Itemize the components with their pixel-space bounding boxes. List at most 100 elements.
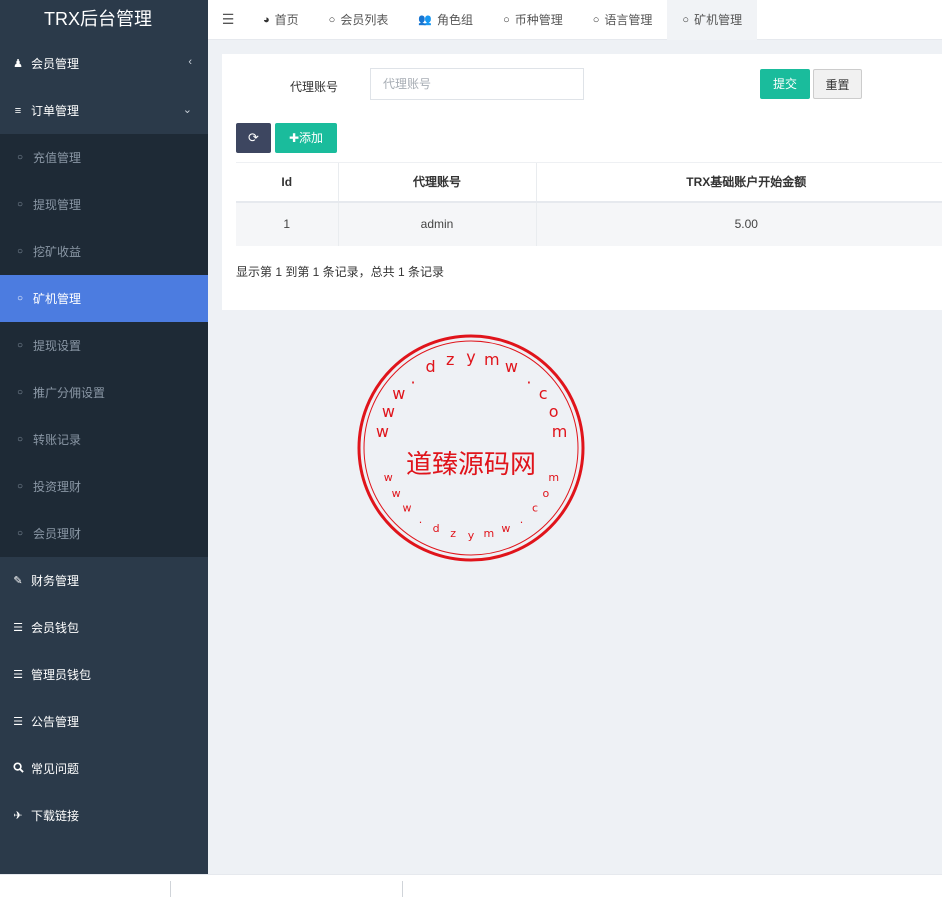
sidebar-item-member-wallet[interactable]: ☰ 会员钱包 bbox=[0, 604, 208, 651]
sidebar-item-investment[interactable]: ○ 投资理财 bbox=[0, 463, 208, 510]
footer-divider bbox=[170, 881, 171, 897]
app-title[interactable]: TRX后台管理 bbox=[0, 0, 208, 40]
table-header-row: Id 代理账号 TRX基础账户开始金额 bbox=[236, 162, 942, 203]
menu-toggle-icon[interactable]: ☰ bbox=[208, 11, 248, 28]
sidebar-item-member-finance[interactable]: ○ 会员理财 bbox=[0, 510, 208, 557]
add-button-label: 添加 bbox=[299, 131, 324, 145]
stamp-letter: w bbox=[403, 501, 412, 514]
stamp-letter: . bbox=[520, 513, 524, 526]
top-nav: ☰ ◕ 首页 ○ 会员列表 👥 角色组 ○ 币种管理 ○ 语言管理 ○ 矿机管理 bbox=[208, 0, 942, 40]
sidebar-item-label: 矿机管理 bbox=[33, 292, 82, 306]
stamp-inner-ring bbox=[363, 340, 579, 556]
tab-label: 角色组 bbox=[437, 13, 474, 27]
tab-miner-management[interactable]: ○ 矿机管理 bbox=[667, 0, 758, 40]
stamp-letter: c bbox=[539, 384, 548, 403]
stamp-top-text: www.d z y m w.com bbox=[376, 348, 568, 441]
watermark-stamp: 道臻源码网 www.d z y m w.com www.d z y m w.com bbox=[357, 334, 585, 562]
tab-currency[interactable]: ○ 币种管理 bbox=[488, 0, 578, 40]
stamp-letter: m bbox=[483, 527, 494, 540]
circle-icon: ○ bbox=[682, 13, 690, 26]
stamp-letter: y bbox=[468, 529, 475, 542]
list-icon: ☰ bbox=[13, 716, 23, 728]
sidebar-item-label: 投资理财 bbox=[33, 480, 82, 494]
sidebar-item-recharge[interactable]: ○ 充值管理 bbox=[0, 134, 208, 181]
sidebar-item-transfer-records[interactable]: ○ 转账记录 bbox=[0, 416, 208, 463]
column-header-trx-amount[interactable]: TRX基础账户开始金额 bbox=[535, 162, 942, 203]
sidebar-item-label: 公告管理 bbox=[31, 715, 80, 729]
tab-label: 矿机管理 bbox=[694, 13, 743, 27]
sidebar-item-label: 推广分佣设置 bbox=[33, 386, 106, 400]
circle-icon: ○ bbox=[592, 13, 600, 26]
sidebar-item-label: 会员理财 bbox=[33, 527, 82, 541]
column-header-id[interactable]: Id bbox=[236, 162, 338, 203]
user-icon: ♟ bbox=[13, 58, 23, 70]
edit-icon: ✎ bbox=[13, 575, 23, 587]
search-icon bbox=[11, 761, 25, 776]
sidebar-item-label: 挖矿收益 bbox=[33, 245, 82, 259]
sidebar-item-downloads[interactable]: ✈ 下载链接 bbox=[0, 792, 208, 839]
chevron-left-icon: ‹ bbox=[188, 56, 192, 68]
stamp-letter: . bbox=[419, 513, 423, 526]
agent-account-input[interactable] bbox=[370, 68, 584, 100]
sidebar-item-announcements[interactable]: ☰ 公告管理 bbox=[0, 698, 208, 745]
sidebar-item-label: 提现设置 bbox=[33, 339, 82, 353]
tab-label: 语言管理 bbox=[604, 13, 653, 27]
stamp-letter: c bbox=[532, 501, 538, 514]
add-button[interactable]: ✚添加 bbox=[275, 123, 337, 153]
table-row[interactable]: 1 admin 5.00 bbox=[236, 201, 942, 246]
stamp-letter: w bbox=[392, 487, 401, 500]
footer-divider bbox=[402, 881, 403, 897]
circle-icon: ○ bbox=[16, 152, 24, 163]
refresh-button[interactable]: ⟳ bbox=[236, 123, 271, 153]
sidebar-item-finance[interactable]: ✎ 财务管理 bbox=[0, 557, 208, 604]
stamp-letter: o bbox=[543, 487, 550, 500]
tab-member-list[interactable]: ○ 会员列表 bbox=[314, 0, 404, 40]
tab-role-group[interactable]: 👥 角色组 bbox=[403, 0, 488, 40]
sidebar-item-faq[interactable]: 常见问题 bbox=[0, 745, 208, 792]
stamp-bottom-text: www.d z y m w.com bbox=[384, 471, 559, 542]
sidebar-item-admin-wallet[interactable]: ☰ 管理员钱包 bbox=[0, 651, 208, 698]
list-icon: ☰ bbox=[13, 669, 23, 681]
tab-home[interactable]: ◕ 首页 bbox=[248, 0, 314, 40]
sidebar-item-label: 提现管理 bbox=[33, 198, 82, 212]
sidebar-item-withdraw-settings[interactable]: ○ 提现设置 bbox=[0, 322, 208, 369]
sidebar-item-label: 下载链接 bbox=[31, 809, 80, 823]
tab-label: 币种管理 bbox=[514, 13, 563, 27]
stamp-outer-ring bbox=[357, 334, 585, 562]
tab-label: 首页 bbox=[274, 13, 299, 27]
circle-icon: ○ bbox=[16, 199, 24, 210]
refresh-icon: ⟳ bbox=[248, 130, 259, 145]
tab-language[interactable]: ○ 语言管理 bbox=[578, 0, 668, 40]
stamp-center-text: 道臻源码网 bbox=[406, 450, 536, 480]
sidebar-item-commission-settings[interactable]: ○ 推广分佣设置 bbox=[0, 369, 208, 416]
submit-button[interactable]: 提交 bbox=[760, 69, 810, 99]
sidebar-submenu-orders: ○ 充值管理 ○ 提现管理 ○ 挖矿收益 ○ 矿机管理 ○ 提现设置 ○ 推广分佣设置 ○ 转… bbox=[0, 134, 208, 557]
list-icon: ≡ bbox=[14, 104, 22, 117]
content-panel: 代理账号 提交 重置 ⟳ ✚添加 Id 代理账号 TRX基础账户开始金额 1 a… bbox=[222, 54, 942, 310]
chevron-down-icon: ⌄ bbox=[182, 104, 192, 116]
sidebar-item-member[interactable]: ♟ 会员管理 ‹ bbox=[0, 40, 208, 87]
column-header-agent-account[interactable]: 代理账号 bbox=[337, 162, 536, 203]
circle-icon: ○ bbox=[16, 246, 24, 257]
sidebar-item-label: 财务管理 bbox=[31, 574, 80, 588]
list-alt-icon: ☰ bbox=[13, 622, 23, 634]
sidebar-item-orders[interactable]: ≡ 订单管理 ⌄ bbox=[0, 87, 208, 134]
stamp-letter: w bbox=[384, 471, 393, 484]
reset-button[interactable]: 重置 bbox=[813, 69, 862, 99]
data-table: Id 代理账号 TRX基础账户开始金额 1 admin 5.00 bbox=[236, 162, 942, 246]
sidebar-item-label: 会员管理 bbox=[31, 57, 80, 71]
group-icon: 👥 bbox=[418, 14, 433, 26]
sidebar-item-withdraw[interactable]: ○ 提现管理 bbox=[0, 181, 208, 228]
tab-label: 会员列表 bbox=[340, 13, 389, 27]
stamp-letter: . bbox=[411, 369, 416, 388]
stamp-letter: m bbox=[552, 422, 568, 441]
sidebar-item-miner-management[interactable]: ○ 矿机管理 bbox=[0, 275, 208, 322]
stamp-letter: m bbox=[548, 471, 559, 484]
sidebar: TRX后台管理 ♟ 会员管理 ‹ ≡ 订单管理 ⌄ ○ 充值管理 ○ 提现管理 ○ 挖… bbox=[0, 0, 208, 874]
sidebar-item-label: 充值管理 bbox=[33, 151, 82, 165]
sidebar-item-mining-income[interactable]: ○ 挖矿收益 bbox=[0, 228, 208, 275]
circle-icon: ○ bbox=[328, 13, 336, 26]
circle-icon: ○ bbox=[16, 481, 24, 492]
cell-id: 1 bbox=[236, 201, 338, 246]
stamp-letter: w bbox=[505, 357, 518, 376]
